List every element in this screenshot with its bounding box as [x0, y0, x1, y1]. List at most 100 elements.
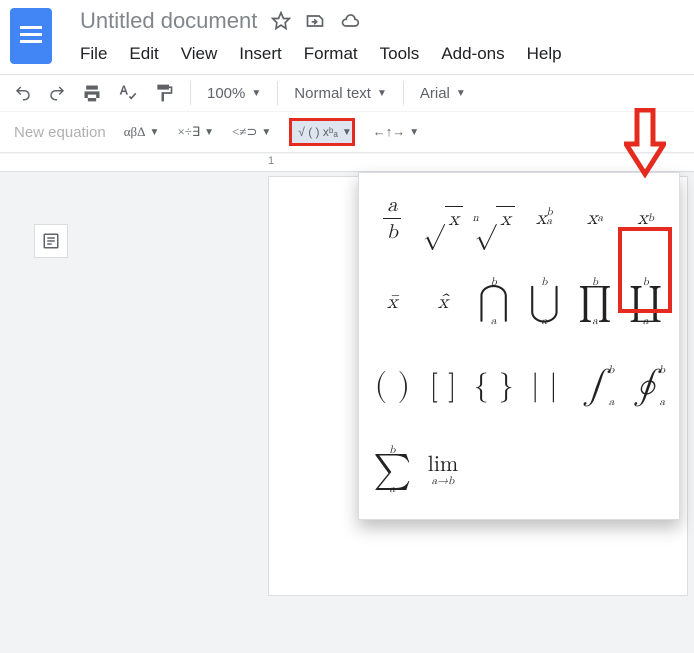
eq-parentheses[interactable]: ( ): [369, 355, 416, 417]
eq-coprod-a: a: [643, 316, 649, 327]
chevron-down-icon: ▼: [251, 88, 261, 99]
eq-cap-op: ⋂: [479, 288, 509, 317]
eq-nthroot[interactable]: n√x: [470, 187, 517, 249]
zoom-dropdown[interactable]: 100% ▼: [207, 85, 261, 102]
eq-xbar[interactable]: x̄: [369, 271, 416, 333]
menu-addons[interactable]: Add-ons: [441, 44, 504, 64]
chevron-down-icon: ▼: [456, 88, 466, 99]
eq-bars-label: | |: [531, 368, 558, 404]
eq-paren-label: ( ): [375, 367, 411, 405]
eq-xbar-label: x̄: [387, 290, 398, 314]
new-equation-button[interactable]: New equation: [14, 124, 106, 141]
eq-oint-b: b: [659, 364, 665, 377]
menu-file[interactable]: File: [80, 44, 107, 64]
chevron-down-icon: ▼: [409, 127, 419, 138]
eq-xab-x: x: [536, 206, 547, 230]
eq-frac-num: a: [387, 195, 397, 215]
eq-arrows-dropdown[interactable]: ←↑→ ▼: [373, 124, 419, 140]
eq-fraction[interactable]: a b: [369, 187, 416, 249]
eq-subscript[interactable]: xa: [572, 187, 619, 249]
eq-empty: [572, 439, 619, 501]
spellcheck-icon[interactable]: [118, 83, 138, 103]
docs-logo[interactable]: [10, 8, 52, 64]
chevron-down-icon: ▼: [342, 127, 352, 138]
eq-sqrt[interactable]: √x: [420, 187, 467, 249]
doc-title[interactable]: Untitled document: [80, 8, 257, 34]
eq-rel-label: <≠⊃: [232, 124, 257, 140]
eq-int-a: a: [609, 396, 615, 409]
equation-math-panel: a b √x n√x xba xa xb x̄ x̂ b⋂a b⋃a: [358, 172, 680, 520]
eq-integral[interactable]: ∫b a: [572, 355, 619, 417]
cloud-icon[interactable]: [339, 11, 361, 31]
outline-toggle-icon[interactable]: [34, 224, 68, 258]
eq-contour-integral[interactable]: ∮b a: [622, 355, 669, 417]
paragraph-style-value: Normal text: [294, 85, 371, 102]
eq-oint-a: a: [659, 396, 665, 409]
eq-empty: [470, 439, 517, 501]
ruler-mark: 1: [268, 155, 274, 167]
redo-icon[interactable]: [48, 84, 66, 102]
eq-bars[interactable]: | |: [521, 355, 568, 417]
eq-superscript[interactable]: xb: [622, 187, 669, 249]
main-toolbar: 100% ▼ Normal text ▼ Arial ▼: [0, 74, 694, 112]
eq-prod[interactable]: b∏a: [572, 271, 619, 333]
eq-cup-a: a: [542, 316, 548, 327]
eq-lim-sub: a→b: [432, 476, 455, 487]
document-canvas: 1 a b √x n√x xba xa xb x̄ x̂: [0, 153, 694, 653]
eq-sum[interactable]: b∑a: [369, 439, 416, 501]
move-icon[interactable]: [305, 11, 325, 31]
eq-sum-a: a: [390, 484, 396, 495]
menu-help[interactable]: Help: [527, 44, 562, 64]
eq-coprod[interactable]: b∐a: [622, 271, 669, 333]
undo-icon[interactable]: [14, 84, 32, 102]
star-icon[interactable]: [271, 11, 291, 31]
eq-int-b: b: [608, 364, 614, 377]
eq-frac-den: b: [387, 222, 398, 242]
eq-arrows-label: ←↑→: [373, 124, 406, 140]
eq-math-label: √ ( ) xᵇₐ: [298, 125, 338, 139]
eq-ops-label: ×÷∃: [177, 124, 200, 140]
eq-limit[interactable]: lima→b: [420, 439, 467, 501]
menu-format[interactable]: Format: [304, 44, 358, 64]
menubar: File Edit View Insert Format Tools Add-o…: [80, 44, 684, 64]
print-icon[interactable]: [82, 83, 102, 103]
eq-xhat[interactable]: x̂: [420, 271, 467, 333]
chevron-down-icon: ▼: [204, 127, 214, 138]
eq-math-dropdown[interactable]: √ ( ) xᵇₐ ▼: [289, 118, 354, 146]
eq-int-op: ∫: [584, 369, 607, 403]
font-dropdown[interactable]: Arial ▼: [420, 85, 466, 102]
eq-greek-label: αβΔ: [124, 124, 146, 140]
menu-edit[interactable]: Edit: [129, 44, 158, 64]
eq-bigcap[interactable]: b⋂a: [470, 271, 517, 333]
eq-subsuper[interactable]: xba: [521, 187, 568, 249]
eq-braces[interactable]: { }: [470, 355, 517, 417]
eq-xa-a: a: [598, 212, 604, 225]
eq-nroot-x: x: [496, 206, 515, 231]
zoom-value: 100%: [207, 85, 245, 102]
ruler: 1: [0, 154, 694, 172]
eq-empty: [521, 439, 568, 501]
eq-empty: [622, 439, 669, 501]
eq-brackets[interactable]: [ ]: [420, 355, 467, 417]
eq-ops-dropdown[interactable]: ×÷∃ ▼: [177, 124, 214, 140]
eq-xab-a: a: [547, 218, 553, 227]
eq-xhat-label: x̂: [438, 290, 449, 314]
paint-format-icon[interactable]: [154, 83, 174, 103]
eq-relations-dropdown[interactable]: <≠⊃ ▼: [232, 124, 271, 140]
eq-sum-op: ∑: [373, 456, 411, 485]
equation-toolbar: New equation αβΔ ▼ ×÷∃ ▼ <≠⊃ ▼ √ ( ) xᵇₐ…: [0, 112, 694, 153]
eq-bigcup[interactable]: b⋃a: [521, 271, 568, 333]
eq-xb-x: x: [637, 206, 648, 230]
menu-view[interactable]: View: [181, 44, 218, 64]
menu-tools[interactable]: Tools: [380, 44, 420, 64]
eq-oint-op: ∮: [634, 369, 657, 403]
paragraph-style-dropdown[interactable]: Normal text ▼: [294, 85, 387, 102]
eq-cap-a: a: [491, 316, 497, 327]
eq-prod-op: ∏: [578, 288, 612, 317]
eq-coprod-op: ∐: [629, 288, 663, 317]
chevron-down-icon: ▼: [150, 127, 160, 138]
eq-greek-dropdown[interactable]: αβΔ ▼: [124, 124, 160, 140]
eq-xb-b: b: [648, 212, 654, 225]
menu-insert[interactable]: Insert: [239, 44, 282, 64]
eq-sqrt-x: x: [445, 206, 464, 231]
